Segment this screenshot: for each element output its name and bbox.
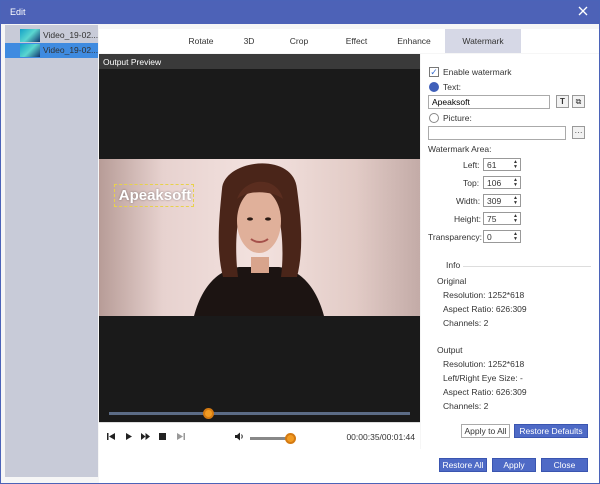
close-button[interactable]: Close: [541, 458, 588, 472]
top-stepper[interactable]: 106 ▲ ▼: [483, 176, 521, 189]
restore-defaults-button[interactable]: Restore Defaults: [514, 424, 588, 438]
skip-back-icon[interactable]: [106, 431, 117, 442]
original-channels: Channels: 2: [443, 318, 489, 328]
left-value: 61: [487, 160, 497, 170]
browse-icon[interactable]: ···: [572, 126, 585, 139]
height-value: 75: [487, 214, 497, 224]
volume-slider[interactable]: [250, 433, 296, 444]
original-aspect-ratio: Aspect Ratio: 626:309: [443, 304, 527, 314]
video-frame: Apeaksoft: [99, 159, 420, 316]
width-label: Width:: [456, 196, 481, 206]
edit-window: Edit Video_19-02... Video_19-02... Rotat…: [0, 0, 600, 484]
tab-rotate[interactable]: Rotate: [173, 29, 229, 53]
tab-crop[interactable]: Crop: [279, 29, 319, 53]
left-stepper[interactable]: 61 ▲ ▼: [483, 158, 521, 171]
top-value: 106: [487, 178, 502, 188]
stop-icon[interactable]: [157, 431, 168, 442]
width-value: 309: [487, 196, 502, 206]
output-aspect-ratio: Aspect Ratio: 626:309: [443, 387, 527, 397]
restore-all-button[interactable]: Restore All: [439, 458, 487, 472]
preview-header: Output Preview: [99, 54, 420, 69]
output-channels: Channels: 2: [443, 401, 489, 411]
play-icon[interactable]: [123, 431, 134, 442]
text-option-label: Text:: [443, 82, 461, 92]
height-stepper[interactable]: 75 ▲ ▼: [483, 212, 521, 225]
file-name: Video_19-02...: [43, 30, 99, 40]
title-bar: Edit: [1, 1, 599, 24]
left-label: Left:: [463, 160, 480, 170]
time-display: 00:00:35/00:01:44: [346, 432, 415, 442]
copy-icon[interactable]: ⧉: [572, 95, 585, 108]
dialog-footer: Restore All Apply Close: [99, 449, 599, 483]
volume-icon[interactable]: [234, 431, 245, 442]
tab-enhance[interactable]: Enhance: [389, 29, 439, 53]
file-list: Video_19-02... Video_19-02...: [5, 25, 98, 477]
original-heading: Original: [437, 276, 467, 286]
seek-bar[interactable]: [109, 408, 410, 419]
watermark-text-input[interactable]: [428, 95, 550, 109]
person-figure: [194, 163, 324, 316]
apply-to-all-button[interactable]: Apply to All: [461, 424, 510, 438]
text-format-icon[interactable]: T: [556, 95, 569, 108]
picture-radio[interactable]: [429, 113, 439, 123]
video-thumbnail: [20, 29, 40, 42]
output-heading: Output: [437, 345, 463, 355]
original-resolution: Resolution: 1252*618: [443, 290, 525, 300]
transparency-stepper[interactable]: 0 ▲ ▼: [483, 230, 521, 243]
fast-forward-icon[interactable]: [140, 431, 151, 442]
file-item-selected[interactable]: Video_19-02...: [5, 43, 98, 58]
close-icon[interactable]: [576, 4, 590, 18]
apply-button[interactable]: Apply: [492, 458, 536, 472]
watermark-panel: ✓ Enable watermark Text: T ⧉ Picture: ··…: [421, 54, 599, 449]
watermark-overlay-text: Apeaksoft: [118, 187, 192, 204]
enable-watermark-label: Enable watermark: [443, 67, 512, 77]
seek-handle[interactable]: [203, 408, 215, 419]
enable-watermark-checkbox[interactable]: ✓: [429, 67, 439, 77]
text-radio[interactable]: [429, 82, 439, 92]
tab-3d[interactable]: 3D: [229, 29, 269, 53]
info-heading: Info: [443, 260, 464, 270]
transparency-label: Transparency:: [428, 232, 483, 242]
video-thumbnail: [20, 44, 40, 57]
tab-watermark[interactable]: Watermark: [445, 29, 521, 53]
playback-controls: 00:00:35/00:01:44: [99, 422, 420, 449]
file-name: Video_19-02...: [43, 45, 99, 55]
output-eye-size: Left/Right Eye Size: -: [443, 373, 523, 383]
output-resolution: Resolution: 1252*618: [443, 359, 525, 369]
transparency-value: 0: [487, 232, 492, 242]
volume-handle[interactable]: [284, 433, 296, 444]
width-stepper[interactable]: 309 ▲ ▼: [483, 194, 521, 207]
height-label: Height:: [454, 214, 481, 224]
skip-forward-icon[interactable]: [175, 431, 186, 442]
window-title: Edit: [10, 7, 26, 17]
watermark-box[interactable]: Apeaksoft: [114, 184, 194, 207]
output-preview: Output Preview Apeaksoft 00:00:35/00:01:…: [99, 54, 420, 449]
top-label: Top:: [463, 178, 480, 188]
picture-path-input[interactable]: [428, 126, 566, 140]
watermark-area-label: Watermark Area:: [428, 144, 492, 154]
edit-tabs: Rotate 3D Crop Effect Enhance Watermark: [99, 29, 599, 53]
info-divider: [455, 266, 591, 267]
picture-option-label: Picture:: [443, 113, 472, 123]
tab-effect[interactable]: Effect: [334, 29, 379, 53]
file-item[interactable]: Video_19-02...: [5, 28, 98, 43]
